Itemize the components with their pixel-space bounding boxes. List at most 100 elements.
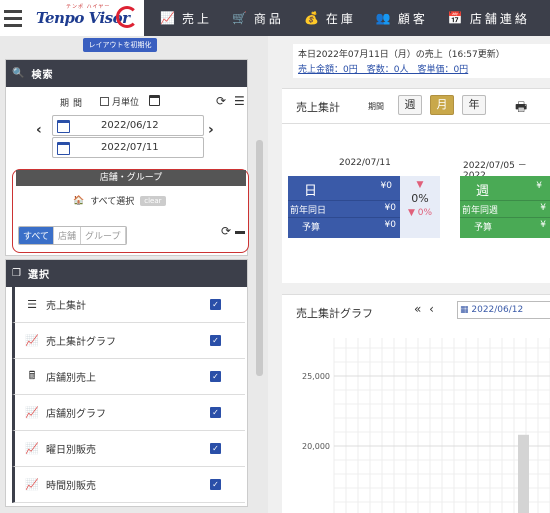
day-caption: 2022/07/11 (339, 158, 391, 168)
hamburger-menu-icon[interactable] (0, 0, 26, 36)
ratio-main: 0% (411, 192, 429, 205)
nav-products[interactable]: 🛒 商品 (222, 0, 294, 36)
area-chart-icon: 📈 (25, 478, 39, 491)
window-restore-icon: ❐ (12, 268, 22, 279)
period-year-button[interactable]: 年 (462, 95, 486, 115)
nav-store-contact[interactable]: 📅 店舗連絡 (438, 0, 540, 36)
today-sales-link[interactable]: 売上金額：0円 客数：0人 客単価：0円 (298, 62, 545, 75)
month-unit-checkbox[interactable]: 月単位 (100, 95, 139, 108)
list-item-store-graph[interactable]: 📈 店舗別グラフ ✓ (12, 395, 245, 431)
week-sales-box: 週 ¥ 前年同週 ¥ 予算 ¥ (460, 176, 550, 238)
select-all-label[interactable]: すべて選択 (90, 194, 134, 207)
refresh-icon[interactable]: ⟳ (221, 224, 231, 238)
date-from-field[interactable]: 2022/06/12 (52, 115, 204, 136)
y-tick-label: 20,000 (302, 442, 330, 451)
list-item-store-sales[interactable]: 🖩 店舗別売上 ✓ (12, 359, 245, 395)
checked-checkbox-icon[interactable]: ✓ (210, 335, 221, 346)
select-panel-title: 選択 (27, 270, 50, 281)
chart-icon: 📈 (160, 11, 175, 25)
checkbox-box (100, 97, 109, 106)
clear-button[interactable]: clear (140, 195, 166, 206)
sales-chart: 25,00020,00015,000 (282, 330, 550, 513)
sales-graph-card: 売上集計グラフ « ‹ ▦ 2022/06/12 25,00020,00015,… (282, 294, 550, 513)
period-month-button[interactable]: 月 (430, 95, 454, 115)
y-tick-label: 25,000 (302, 372, 330, 381)
search-panel-header: 🔍 検索 (6, 60, 247, 87)
calendar-icon[interactable] (149, 95, 160, 106)
sales-chart-svg: 25,00020,00015,000 (302, 338, 550, 513)
tab-groups[interactable]: グループ (81, 227, 126, 244)
store-group-tabs: すべて 店舗 グループ (18, 226, 127, 245)
top-navigation-bar: テンポ ハイヤー Tenpo Visor 📈 売上 🛒 商品 💰 在庫 👥 顧客 📅 店舗… (0, 0, 550, 36)
checked-checkbox-icon[interactable]: ✓ (210, 371, 221, 382)
refresh-icon[interactable]: ⟳ (216, 94, 226, 108)
print-icon[interactable]: 🖶 (515, 98, 527, 120)
cart-icon: 🛒 (231, 11, 247, 25)
area-chart-icon: 📈 (25, 442, 39, 455)
calendar-icon: ▦ (460, 305, 472, 315)
list-item-sales-summary[interactable]: ☰ 売上集計 ✓ (12, 287, 245, 323)
report-list: ☰ 売上集計 ✓ 📈 売上集計グラフ ✓ 🖩 店舗別売上 ✓ 📈 店舗別グラフ … (12, 287, 245, 503)
list-icon[interactable]: ☰ (234, 94, 245, 108)
date-to-field[interactable]: 2022/07/11 (52, 137, 204, 158)
area-chart-icon: 📈 (25, 334, 39, 347)
period-week-button[interactable]: 週 (398, 95, 422, 115)
graph-date-field[interactable]: ▦ 2022/06/12 (457, 301, 550, 319)
calculator-icon: 🖩 (28, 369, 36, 382)
sales-graph-title: 売上集計グラフ (296, 307, 373, 320)
search-icon: 🔍 (12, 68, 26, 79)
checked-checkbox-icon[interactable]: ✓ (210, 479, 221, 490)
prev-period-arrow-icon[interactable]: ‹ (36, 122, 42, 138)
sidebar-scrollbar[interactable] (256, 140, 263, 376)
select-all-row: 🏠 すべて選択 clear (73, 194, 166, 207)
next-period-arrow-icon[interactable]: › (208, 122, 214, 138)
list-item-sales-graph[interactable]: 📈 売上集計グラフ ✓ (12, 323, 245, 359)
ratio-sub: ▼ 0% (407, 208, 433, 218)
nav-inventory[interactable]: 💰 在庫 (294, 0, 366, 36)
today-sales-info: 本日2022年07月11日（月）の売上（16:57更新） 売上金額：0円 客数：… (293, 44, 550, 78)
date-from-value: 2022/06/12 (101, 120, 159, 131)
calendar-icon[interactable] (57, 120, 70, 133)
checked-checkbox-icon[interactable]: ✓ (210, 443, 221, 454)
period-label: 期間 (60, 99, 87, 109)
search-panel-title: 検索 (31, 70, 54, 81)
down-triangle-icon: ▼ (416, 180, 424, 190)
day-sales-box: 日 ¥0 前年同日 ¥0 予算 ¥0 (288, 176, 400, 238)
divider (282, 123, 550, 124)
search-panel: 🔍 検索 期間 月単位 ⟳ ☰ ‹ 2022/06/12 2022/07/11 … (5, 59, 249, 256)
date-to-value: 2022/07/11 (101, 142, 159, 153)
logo-ring-icon (116, 6, 138, 28)
list-item-weekday-sales[interactable]: 📈 曜日別販売 ✓ (12, 431, 245, 467)
collapse-icon[interactable] (235, 231, 245, 234)
list-icon: ☰ (27, 298, 37, 311)
users-icon: 👥 (375, 11, 391, 25)
period-label: 期間 (368, 102, 384, 111)
tab-all[interactable]: すべて (19, 227, 55, 244)
graph-prev-nav[interactable]: « ‹ (414, 302, 436, 316)
checked-checkbox-icon[interactable]: ✓ (210, 299, 221, 310)
sales-summary-card: 売上集計 期間 週 月 年 🖶 2022/07/11 2022/07/05 － … (282, 88, 550, 283)
area-chart-icon: 📈 (25, 406, 39, 419)
period-row: 期間 月単位 ⟳ ☰ (6, 94, 249, 110)
calendar-icon[interactable] (57, 142, 70, 155)
store-group-selector: 店舗・グループ 🏠 すべて選択 clear すべて 店舗 グループ ⟳ (12, 169, 249, 253)
checked-checkbox-icon[interactable]: ✓ (210, 407, 221, 418)
coins-icon: 💰 (303, 11, 319, 25)
home-icon: 🏠 (73, 195, 85, 206)
nav-customers[interactable]: 👥 顧客 (366, 0, 438, 36)
store-group-title: 店舗・グループ (16, 170, 246, 186)
calendar-icon: 📅 (447, 11, 463, 25)
group-tools: ⟳ (221, 224, 245, 238)
list-item-hourly-sales[interactable]: 📈 時間別販売 ✓ (12, 467, 245, 503)
select-panel: ❐ 選択 ☰ 売上集計 ✓ 📈 売上集計グラフ ✓ 🖩 店舗別売上 ✓ 📈 店舗… (5, 259, 248, 507)
day-ratio-box: ▼ 0% ▼ 0% (400, 176, 440, 238)
logo: テンポ ハイヤー Tenpo Visor (26, 0, 144, 36)
tab-stores[interactable]: 店舗 (54, 227, 82, 244)
chart-bar[interactable] (518, 434, 529, 513)
sales-summary-title: 売上集計 (296, 101, 340, 114)
today-sales-heading: 本日2022年07月11日（月）の売上（16:57更新） (298, 50, 505, 60)
reset-layout-button[interactable]: レイアウトを初期化 (83, 38, 157, 52)
select-panel-header: ❐ 選択 (6, 260, 247, 287)
nav-sales[interactable]: 📈 売上 (150, 0, 222, 36)
main-content: 本日2022年07月11日（月）の売上（16:57更新） 売上金額：0円 客数：… (268, 36, 550, 513)
